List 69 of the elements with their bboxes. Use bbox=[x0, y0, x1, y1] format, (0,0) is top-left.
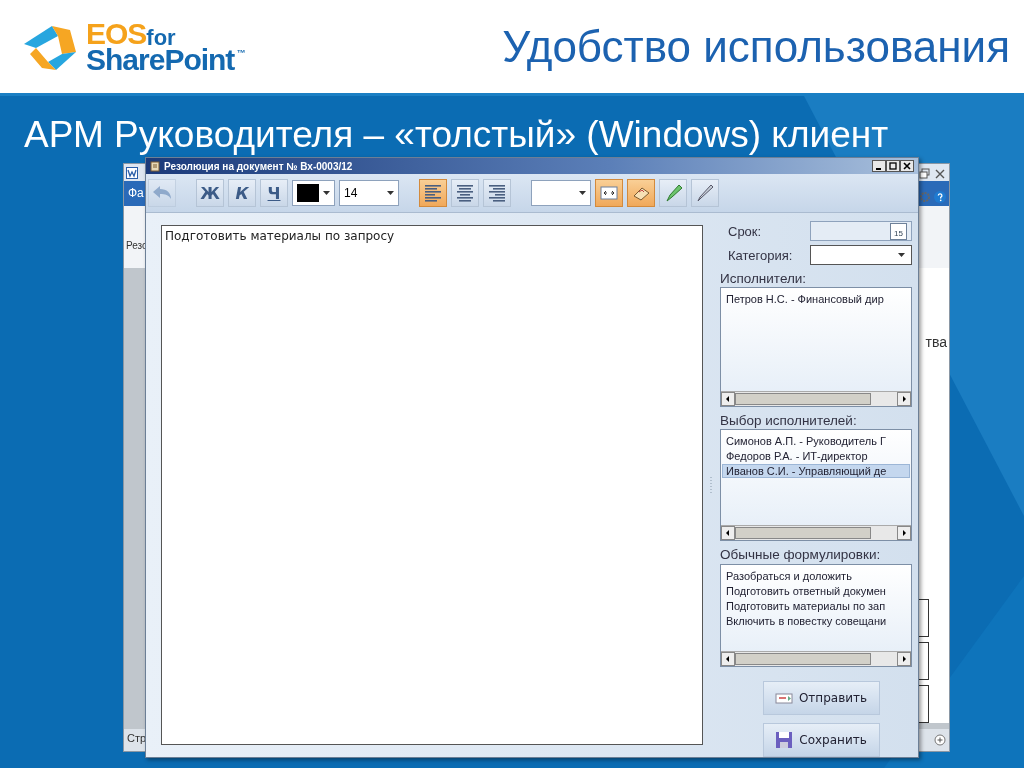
close-button[interactable] bbox=[900, 160, 914, 172]
horizontal-scrollbar[interactable] bbox=[721, 651, 911, 666]
list-item[interactable]: Подготовить материалы по зап bbox=[722, 598, 910, 613]
section-label: Выбор исполнителей: bbox=[720, 412, 858, 430]
date-field[interactable]: 15 bbox=[810, 221, 912, 241]
align-left-button[interactable] bbox=[419, 179, 447, 207]
style-dropdown[interactable] bbox=[531, 180, 591, 206]
trademark-sign: ™ bbox=[236, 48, 246, 58]
section-label: Обычные формулировки: bbox=[720, 547, 882, 564]
caret-icon bbox=[387, 191, 394, 195]
caret-icon bbox=[323, 191, 330, 195]
panel-edge bbox=[918, 599, 929, 637]
scroll-thumb[interactable] bbox=[735, 392, 871, 405]
caret-icon bbox=[579, 191, 586, 195]
list-item[interactable]: Симонов А.П. - Руководитель Г bbox=[722, 434, 910, 449]
horizontal-scrollbar[interactable] bbox=[721, 525, 911, 541]
close-icon[interactable] bbox=[934, 168, 946, 180]
list-item[interactable]: Включить в повестку совещани bbox=[722, 613, 910, 628]
list-item[interactable]: Федоров Р.А. - ИТ-директор bbox=[722, 449, 910, 464]
panel-edge bbox=[918, 642, 929, 680]
section-label: Исполнители: bbox=[720, 271, 808, 288]
italic-button[interactable]: К bbox=[228, 179, 256, 207]
calendar-icon[interactable]: 15 bbox=[890, 222, 907, 240]
send-button[interactable]: Отправить bbox=[762, 681, 880, 715]
color-dropdown[interactable] bbox=[292, 180, 335, 206]
list-item[interactable]: Петров Н.С. - Финансовый дир bbox=[722, 292, 910, 307]
maximize-button[interactable] bbox=[886, 160, 900, 172]
window-title: Резолюция на документ № Вх-0003/12 bbox=[164, 160, 354, 172]
align-center-icon bbox=[454, 182, 476, 204]
field-label: Срок: bbox=[728, 223, 762, 239]
restore-icon[interactable] bbox=[919, 168, 931, 180]
underline-button[interactable]: Ч bbox=[260, 179, 288, 207]
list-item[interactable]: Подготовить ответный докумен bbox=[722, 583, 910, 598]
status-text: Стр bbox=[127, 732, 147, 744]
minimize-button[interactable] bbox=[872, 160, 886, 172]
editor-field[interactable]: Подготовить материалы по запросу bbox=[161, 225, 703, 745]
document-icon bbox=[150, 160, 160, 172]
marker-button[interactable] bbox=[659, 179, 687, 207]
panel-edge bbox=[918, 685, 929, 723]
fit-width-button[interactable] bbox=[595, 179, 623, 207]
save-button[interactable]: Сохранить bbox=[762, 723, 880, 757]
scroll-thumb[interactable] bbox=[735, 527, 871, 540]
font-size-dropdown[interactable]: 14 bbox=[339, 180, 399, 206]
close-icon bbox=[903, 162, 911, 170]
maximize-icon bbox=[889, 162, 897, 170]
slide-subtitle: АРМ Руководителя – «толстый» (Windows) клиент bbox=[23, 113, 890, 156]
field-label: Категория: bbox=[728, 247, 793, 263]
zoom-in-icon[interactable] bbox=[934, 734, 946, 746]
pen-button[interactable] bbox=[691, 179, 719, 207]
list-item[interactable]: Разобраться и доложить bbox=[722, 568, 910, 583]
category-dropdown[interactable] bbox=[810, 245, 912, 265]
caret-icon bbox=[898, 253, 905, 257]
align-left-icon bbox=[422, 182, 444, 204]
align-center-button[interactable] bbox=[451, 179, 479, 207]
list-item[interactable]: Иванов С.И. - Управляющий де bbox=[722, 464, 910, 479]
minimize-icon bbox=[875, 168, 882, 170]
ribbon-tab[interactable]: Фа bbox=[128, 186, 144, 200]
document-text: тва bbox=[925, 334, 947, 350]
align-right-button[interactable] bbox=[483, 179, 511, 207]
stamp-button[interactable] bbox=[627, 179, 655, 207]
color-swatch bbox=[297, 184, 319, 202]
bold-button[interactable]: Ж bbox=[196, 179, 224, 207]
align-right-icon bbox=[486, 182, 508, 204]
horizontal-scrollbar[interactable] bbox=[721, 390, 911, 406]
scroll-thumb[interactable] bbox=[735, 653, 871, 665]
help-icon[interactable] bbox=[934, 191, 946, 203]
document-icon bbox=[126, 167, 138, 179]
font-size-value: 14 bbox=[344, 186, 358, 200]
slide-title: Удобство использования bbox=[502, 21, 1010, 72]
